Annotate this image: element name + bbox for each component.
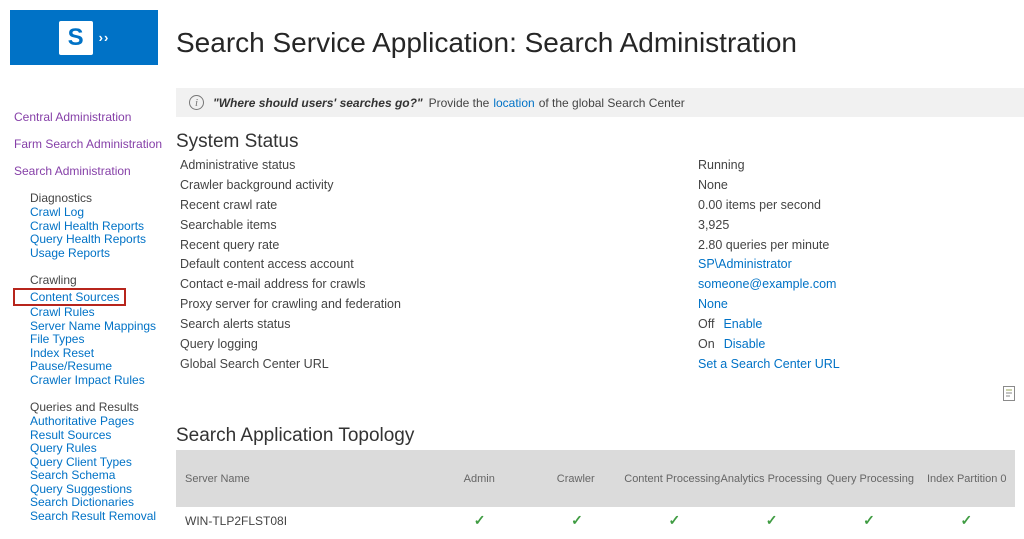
status-label: Crawler background activity [180,177,334,192]
check-icon: ✓ [571,512,583,528]
topology-table: Server Name Admin Crawler Content Proces… [176,450,1015,534]
check-icon: ✓ [863,512,875,528]
status-label: Default content access account [180,257,354,272]
status-row-recent-crawl-rate: Recent crawl rate 0.00 items per second [180,196,1020,216]
sidebar-item-query-rules[interactable]: Query Rules [30,441,176,456]
check-icon: ✓ [960,512,973,528]
sidebar-link-central-administration[interactable]: Central Administration [14,110,176,124]
sidebar-section-queries-and-results: Queries and Results Authoritative Pages … [14,400,176,523]
page-edit-icon[interactable] [1002,385,1017,402]
server-name-cell: WIN-TLP2FLST08I [185,513,288,528]
status-value: 2.80 queries per minute [698,237,830,252]
status-label: Recent crawl rate [180,197,278,212]
page-title: Search Service Application: Search Admin… [176,27,797,58]
sidebar: Central Administration Farm Search Admin… [13,110,176,523]
notice-text-post: of the global Search Center [538,95,685,110]
status-label: Searchable items [180,217,277,232]
notice-question: "Where should users' searches go?" [213,95,423,110]
sidebar-item-pause-resume[interactable]: Pause/Resume [30,359,176,374]
column-header-server-name: Server Name [185,472,250,485]
sidebar-section-label-diagnostics: Diagnostics [30,191,93,205]
status-value: 3,925 [698,217,730,232]
system-status-list: Administrative status Running Crawler bac… [180,156,1020,375]
notice-text-pre: Provide the [428,95,490,110]
sidebar-item-server-name-mappings[interactable]: Server Name Mappings [30,319,176,334]
status-row-default-content-access-account: Default content access account SP\Adminis… [180,255,1020,275]
sidebar-item-file-types[interactable]: File Types [30,332,176,347]
status-label: Administrative status [180,158,296,172]
sidebar-item-crawl-log[interactable]: Crawl Log [30,205,176,220]
sidebar-item-search-schema[interactable]: Search Schema [30,468,176,483]
column-header-crawler: Crawler [556,472,595,485]
sidebar-item-search-result-removal[interactable]: Search Result Removal [30,509,176,524]
status-label: Global Search Center URL [180,356,329,371]
status-row-crawler-background-activity: Crawler background activity None [180,176,1020,196]
info-icon: i [189,95,204,110]
status-row-administrative-status: Administrative status Running [180,156,1020,176]
sidebar-item-search-dictionaries[interactable]: Search Dictionaries [30,495,176,510]
notice-bar: i "Where should users' searches go?" Pro… [176,88,1024,117]
topology-table-header: Server Name Admin Crawler Content Proces… [176,450,1015,507]
status-value: On [698,337,715,352]
status-value: 0.00 items per second [698,197,821,212]
sidebar-item-crawl-health-reports[interactable]: Crawl Health Reports [30,219,176,234]
status-row-query-logging: Query logging On Disable [180,335,1020,355]
column-header-content-processing: Content Processing [624,472,721,485]
status-row-recent-query-rate: Recent query rate 2.80 queries per minute [180,236,1020,256]
column-header-query-processing: Query Processing [826,472,914,485]
status-row-search-alerts-status: Search alerts status Off Enable [180,315,1020,335]
default-content-access-account-link[interactable]: SP\Administrator [698,257,792,271]
sidebar-section-crawling: Crawling Content Sources Crawl Rules Ser… [13,273,176,388]
sidebar-section-label-queries-and-results: Queries and Results [30,400,139,414]
sidebar-section-diagnostics: Diagnostics Crawl Log Crawl Health Repor… [14,191,176,260]
sidebar-item-index-reset[interactable]: Index Reset [30,346,176,361]
sidebar-item-query-health-reports[interactable]: Query Health Reports [30,232,176,247]
status-label: Search alerts status [180,317,291,332]
enable-alerts-link[interactable]: Enable [723,317,762,331]
proxy-server-link[interactable]: None [698,297,728,311]
system-status-heading: System Status [176,131,299,152]
check-icon: ✓ [765,512,778,528]
sidebar-item-usage-reports[interactable]: Usage Reports [30,246,176,261]
status-row-global-search-center-url: Global Search Center URL Set a Search Cen… [180,355,1020,375]
status-value: Off [698,317,715,332]
status-value: Running [698,158,745,172]
sidebar-link-farm-search-administration[interactable]: Farm Search Administration [14,137,176,151]
sharepoint-logo-tile: S [58,20,93,55]
sidebar-item-crawler-impact-rules[interactable]: Crawler Impact Rules [30,373,176,388]
sharepoint-s-icon: S [67,23,84,51]
sidebar-item-authoritative-pages[interactable]: Authoritative Pages [30,414,176,429]
sidebar-item-content-sources[interactable]: Content Sources [13,288,126,306]
status-label: Contact e-mail address for crawls [180,277,366,292]
contact-email-link[interactable]: someone@example.com [698,277,836,291]
sidebar-item-query-client-types[interactable]: Query Client Types [30,455,176,470]
location-link[interactable]: location [493,96,534,110]
status-label: Query logging [180,337,258,352]
sharepoint-arrows-icon: ›› [98,30,110,45]
status-row-proxy-server: Proxy server for crawling and federation… [180,295,1020,315]
sidebar-item-query-suggestions[interactable]: Query Suggestions [30,482,176,497]
status-label: Recent query rate [180,237,280,252]
sharepoint-logo[interactable]: S ›› [10,10,158,65]
check-icon: ✓ [473,512,486,528]
check-icon: ✓ [668,512,681,528]
table-row: WIN-TLP2FLST08I ✓ ✓ ✓ ✓ ✓ ✓ [176,507,1015,534]
sidebar-section-label-crawling: Crawling [30,273,77,287]
column-header-admin: Admin [463,472,495,485]
set-search-center-url-link[interactable]: Set a Search Center URL [698,357,840,371]
sidebar-item-crawl-rules[interactable]: Crawl Rules [30,305,176,320]
sidebar-item-result-sources[interactable]: Result Sources [30,428,176,443]
topology-heading: Search Application Topology [176,425,415,446]
status-row-searchable-items: Searchable items 3,925 [180,216,1020,236]
status-label: Proxy server for crawling and federation [180,297,401,312]
sidebar-link-search-administration[interactable]: Search Administration [14,164,176,178]
column-header-index-partition: Index Partition 0 [927,472,1007,485]
status-value: None [698,177,728,192]
column-header-analytics-processing: Analytics Processing [720,472,823,485]
disable-query-logging-link[interactable]: Disable [724,337,766,351]
status-row-contact-email: Contact e-mail address for crawls someone… [180,275,1020,295]
